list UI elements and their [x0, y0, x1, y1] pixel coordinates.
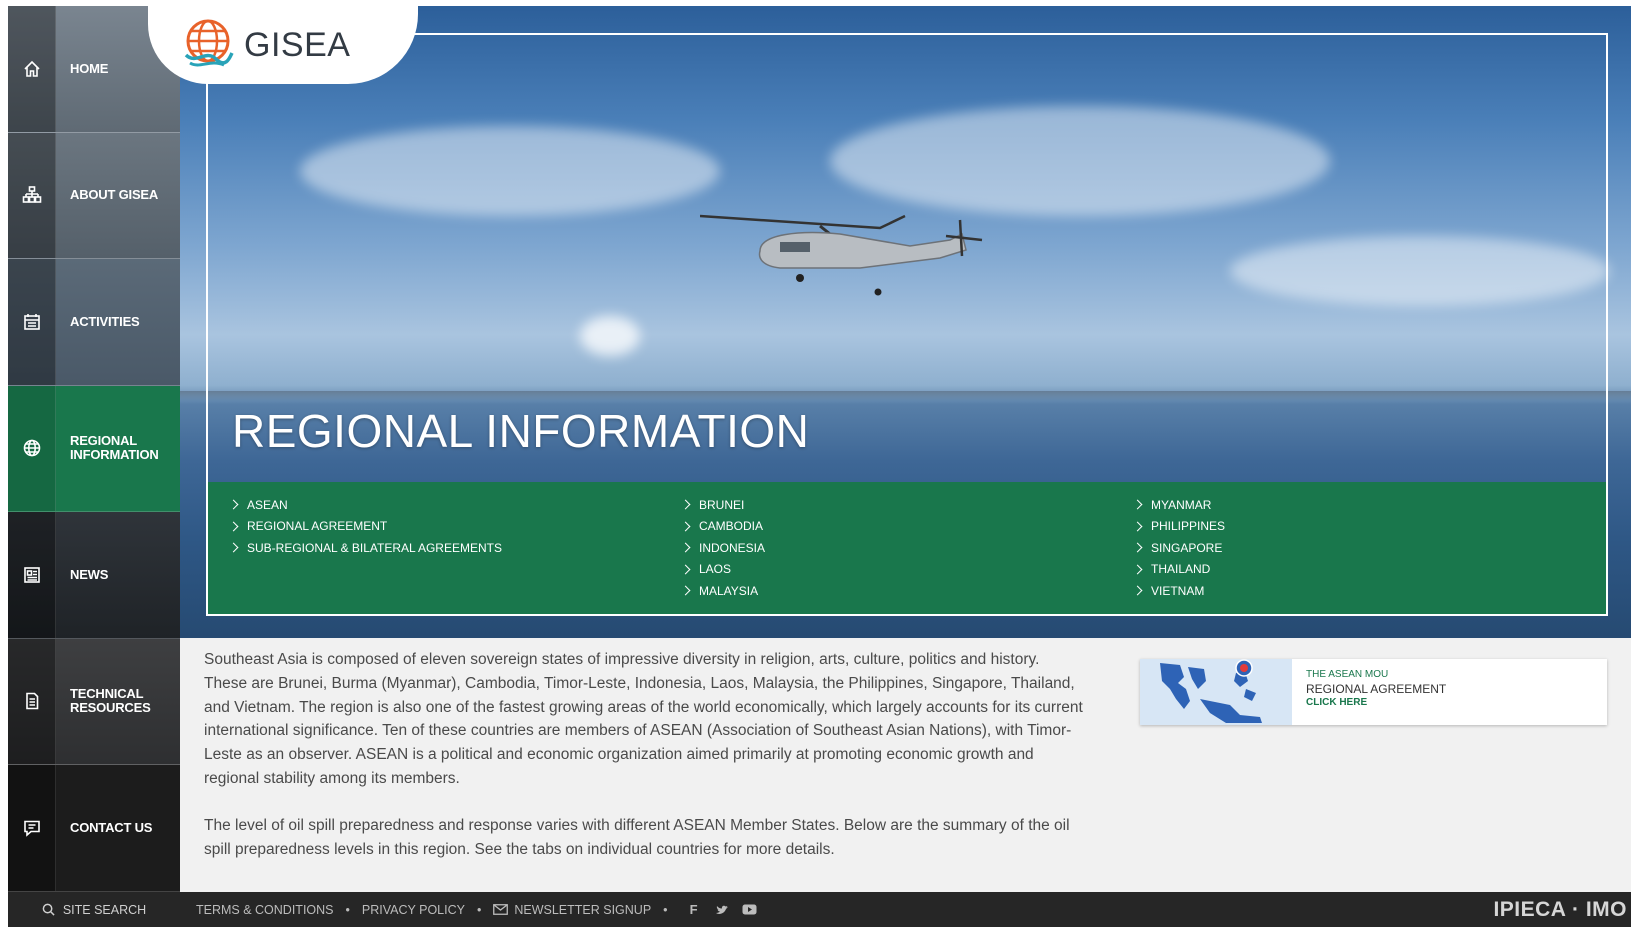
- nav-item-activities[interactable]: ACTIVITIES: [8, 259, 180, 386]
- home-icon: [8, 6, 56, 132]
- region-link-label: INDONESIA: [699, 540, 766, 555]
- chevron-right-icon: [1132, 499, 1143, 510]
- region-link-label: THAILAND: [1151, 562, 1211, 577]
- region-link-singapore[interactable]: SINGAPORE: [1132, 537, 1586, 559]
- site-search-label: SITE SEARCH: [62, 902, 147, 917]
- region-link-label: MALAYSIA: [699, 583, 759, 598]
- chevron-right-icon: [1132, 585, 1143, 596]
- region-link-regional-agreement[interactable]: REGIONAL AGREEMENT: [228, 516, 682, 538]
- newsletter-link[interactable]: NEWSLETTER SIGNUP: [493, 903, 651, 917]
- region-column: ASEAN REGIONAL AGREEMENT SUB-REGIONAL & …: [228, 494, 682, 614]
- nav-label: ABOUT GISEA: [70, 187, 159, 203]
- search-icon: [42, 903, 55, 916]
- chevron-right-icon: [680, 499, 691, 510]
- region-link-label: VIETNAM: [1151, 583, 1205, 598]
- region-link-label: LAOS: [699, 562, 732, 577]
- promo-title: REGIONAL AGREEMENT: [1306, 682, 1447, 696]
- newsletter-label: NEWSLETTER SIGNUP: [514, 902, 652, 917]
- region-link-label: SINGAPORE: [1151, 540, 1223, 555]
- region-column: MYANMAR PHILIPPINES SINGAPORE THAILAND V…: [1132, 494, 1586, 614]
- terms-link[interactable]: TERMS & CONDITIONS: [196, 903, 334, 917]
- nav-item-about[interactable]: ABOUT GISEA: [8, 132, 180, 259]
- youtube-icon[interactable]: [742, 903, 758, 917]
- intro-text: Southeast Asia is composed of eleven sov…: [204, 648, 1084, 884]
- chevron-right-icon: [1132, 564, 1143, 575]
- nav-item-regional-information[interactable]: REGIONAL INFORMATION: [8, 385, 180, 512]
- separator-dot: •: [345, 902, 350, 917]
- chevron-right-icon: [680, 542, 691, 553]
- region-link-asean[interactable]: ASEAN: [228, 494, 682, 516]
- separator-dot: •: [476, 902, 482, 917]
- nav-label: REGIONAL INFORMATION: [70, 433, 159, 463]
- newspaper-icon: [8, 512, 56, 638]
- region-link-cambodia[interactable]: CAMBODIA: [680, 516, 1134, 538]
- chevron-right-icon: [1132, 542, 1143, 553]
- region-link-sub-regional[interactable]: SUB-REGIONAL & BILATERAL AGREEMENTS: [228, 537, 682, 559]
- paragraph: Southeast Asia is composed of eleven sov…: [204, 651, 1083, 787]
- facebook-icon[interactable]: f: [686, 902, 702, 917]
- main-content: Southeast Asia is composed of eleven sov…: [180, 638, 1631, 892]
- chevron-right-icon: [228, 499, 239, 510]
- region-link-label: ASEAN: [247, 497, 288, 512]
- chevron-right-icon: [228, 521, 239, 532]
- nav-label: ACTIVITIES: [70, 313, 140, 329]
- chevron-right-icon: [680, 585, 691, 596]
- promo-text: THE ASEAN MOU REGIONAL AGREEMENT CLICK H…: [1292, 659, 1446, 725]
- region-link-laos[interactable]: LAOS: [680, 559, 1134, 581]
- region-links: ASEAN REGIONAL AGREEMENT SUB-REGIONAL & …: [208, 482, 1606, 614]
- region-link-thailand[interactable]: THAILAND: [1132, 559, 1586, 581]
- region-link-indonesia[interactable]: INDONESIA: [680, 537, 1134, 559]
- nav-item-technical-resources[interactable]: TECHNICAL RESOURCES: [8, 638, 180, 765]
- paragraph: The level of oil spill preparedness and …: [204, 816, 1070, 858]
- page: HOME ABOUT GISEA ACTIVITIES REGIONAL INF…: [8, 6, 1631, 927]
- twitter-icon[interactable]: [714, 903, 730, 917]
- hero-banner: REGIONAL INFORMATION ASEAN REGIONAL AGRE…: [180, 6, 1631, 638]
- separator-dot: •: [663, 902, 668, 917]
- footer-links: TERMS & CONDITIONS • PRIVACY POLICY • NE…: [180, 902, 764, 917]
- globe-logo-icon: [184, 19, 234, 67]
- nav-item-news[interactable]: NEWS: [8, 512, 180, 639]
- nav-label: TECHNICAL RESOURCES: [70, 686, 151, 716]
- chevron-right-icon: [680, 521, 691, 532]
- chevron-right-icon: [1132, 521, 1143, 532]
- map-thumbnail: [1140, 659, 1292, 725]
- sitemap-icon: [8, 132, 56, 258]
- page-title: REGIONAL INFORMATION: [232, 405, 810, 457]
- privacy-link[interactable]: PRIVACY POLICY: [362, 903, 465, 917]
- region-column: BRUNEI CAMBODIA INDONESIA LAOS MALAYSIA: [680, 494, 1134, 614]
- chevron-right-icon: [228, 542, 239, 553]
- partner-logos: IPIECA · IMO: [1493, 897, 1627, 921]
- sidebar-nav: HOME ABOUT GISEA ACTIVITIES REGIONAL INF…: [8, 6, 180, 892]
- nav-item-contact-us[interactable]: CONTACT US: [8, 765, 180, 892]
- promo-cta-link[interactable]: CLICK HERE: [1306, 696, 1446, 710]
- region-link-label: MYANMAR: [1151, 497, 1212, 512]
- asean-mou-promo-card[interactable]: THE ASEAN MOU REGIONAL AGREEMENT CLICK H…: [1140, 659, 1607, 725]
- promo-kicker: THE ASEAN MOU: [1306, 669, 1389, 680]
- region-link-label: PHILIPPINES: [1151, 519, 1226, 534]
- chevron-right-icon: [680, 564, 691, 575]
- region-link-label: SUB-REGIONAL & BILATERAL AGREEMENTS: [247, 540, 502, 555]
- region-link-myanmar[interactable]: MYANMAR: [1132, 494, 1586, 516]
- region-link-label: BRUNEI: [699, 497, 745, 512]
- envelope-icon: [493, 904, 509, 915]
- document-icon: [8, 638, 56, 764]
- region-link-label: CAMBODIA: [699, 519, 764, 534]
- region-link-label: REGIONAL AGREEMENT: [247, 519, 388, 534]
- region-link-vietnam[interactable]: VIETNAM: [1132, 580, 1586, 602]
- site-search-button[interactable]: SITE SEARCH: [8, 903, 180, 917]
- calendar-icon: [8, 259, 56, 385]
- nav-label: CONTACT US: [70, 819, 153, 835]
- footer: SITE SEARCH TERMS & CONDITIONS • PRIVACY…: [8, 892, 1631, 927]
- region-link-philippines[interactable]: PHILIPPINES: [1132, 516, 1586, 538]
- nav-label: NEWS: [70, 566, 109, 582]
- globe-icon: [8, 385, 56, 511]
- brand-name: GISEA: [244, 25, 351, 64]
- region-link-malaysia[interactable]: MALAYSIA: [680, 580, 1134, 602]
- logo[interactable]: GISEA: [148, 6, 418, 84]
- region-link-brunei[interactable]: BRUNEI: [680, 494, 1134, 516]
- chat-icon: [8, 765, 56, 891]
